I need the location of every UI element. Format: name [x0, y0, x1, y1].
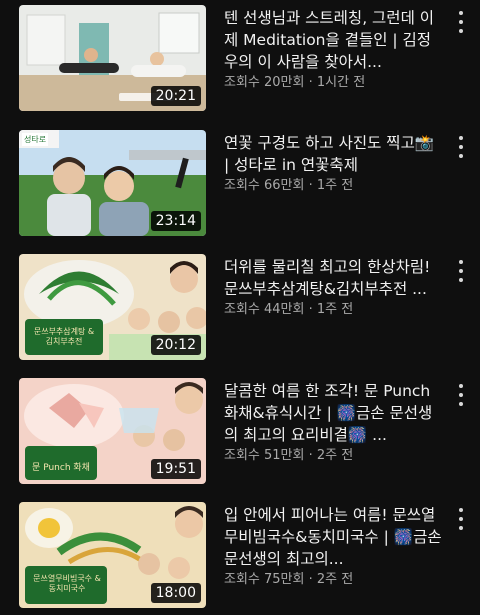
thumbnail-caption: 성타로 [22, 133, 49, 146]
video-title[interactable]: 입 안에서 피어나는 여름! 문쓰열무비빔국수&동치미국수 | 🎆금손 문선생의… [224, 504, 442, 570]
video-thumbnail[interactable]: 문쓰열무비빔국수 & 동치미국수 18:00 [19, 502, 206, 608]
thumbnail-caption: 문 Punch 화채 [32, 463, 90, 473]
video-info[interactable]: 달콤한 여름 한 조각! 문 Punch 화채&휴식시간 | 🎆금손 문선생의 … [224, 380, 442, 465]
more-options-icon[interactable] [452, 258, 470, 284]
video-item[interactable]: 문쓰열무비빔국수 & 동치미국수 18:00 입 안에서 피어나는 여름! 문쓰… [0, 502, 480, 608]
video-duration: 20:12 [150, 335, 201, 355]
video-meta: 조회수 51만회 · 2주 전 [224, 448, 354, 463]
video-meta: 조회수 44만회 · 1주 전 [224, 302, 354, 317]
video-list: 20:21 텐 선생님과 스트레칭, 그런데 이제 Meditation을 곁들… [0, 0, 480, 615]
video-item[interactable]: 20:21 텐 선생님과 스트레칭, 그런데 이제 Meditation을 곁들… [0, 5, 480, 111]
more-options-icon[interactable] [452, 134, 470, 160]
video-item[interactable]: 문 Punch 화채 19:51 달콤한 여름 한 조각! 문 Punch 화채… [0, 378, 480, 484]
video-thumbnail[interactable]: 문 Punch 화채 19:51 [19, 378, 206, 484]
video-duration: 20:21 [150, 86, 201, 106]
video-title[interactable]: 연꽃 구경도 하고 사진도 찍고📸 | 성타로 in 연꽃축제 [224, 132, 442, 176]
video-info[interactable]: 입 안에서 피어나는 여름! 문쓰열무비빔국수&동치미국수 | 🎆금손 문선생의… [224, 504, 442, 589]
more-options-icon[interactable] [452, 9, 470, 35]
video-item[interactable]: 문쓰부추삼계탕 & 김치부추전 20:12 더위를 물리칠 최고의 한상차림! … [0, 254, 480, 360]
more-options-icon[interactable] [452, 382, 470, 408]
video-meta: 조회수 75만회 · 2주 전 [224, 572, 354, 587]
video-duration: 23:14 [150, 211, 201, 231]
video-thumbnail[interactable]: 20:21 [19, 5, 206, 111]
video-info[interactable]: 텐 선생님과 스트레칭, 그런데 이제 Meditation을 곁들인 | 김정… [224, 7, 442, 92]
video-duration: 18:00 [150, 583, 201, 603]
video-info[interactable]: 더위를 물리칠 최고의 한상차림! 문쓰부추삼계탕&김치부추전 ... 조회수 … [224, 256, 442, 319]
video-title[interactable]: 달콤한 여름 한 조각! 문 Punch 화채&휴식시간 | 🎆금손 문선생의 … [224, 380, 442, 446]
thumbnail-caption: 문쓰열무비빔국수 & 동치미국수 [33, 574, 101, 593]
video-meta: 조회수 20만회 · 1시간 전 [224, 75, 366, 90]
more-options-icon[interactable] [452, 506, 470, 532]
video-meta: 조회수 66만회 · 1주 전 [224, 178, 354, 193]
video-thumbnail[interactable]: 성타로 23:14 [19, 130, 206, 236]
video-item[interactable]: 성타로 23:14 연꽃 구경도 하고 사진도 찍고📸 | 성타로 in 연꽃축… [0, 130, 480, 236]
video-thumbnail[interactable]: 문쓰부추삼계탕 & 김치부추전 20:12 [19, 254, 206, 360]
video-title[interactable]: 더위를 물리칠 최고의 한상차림! 문쓰부추삼계탕&김치부추전 ... [224, 256, 442, 300]
video-duration: 19:51 [150, 459, 201, 479]
video-info[interactable]: 연꽃 구경도 하고 사진도 찍고📸 | 성타로 in 연꽃축제 조회수 66만회… [224, 132, 442, 195]
video-title[interactable]: 텐 선생님과 스트레칭, 그런데 이제 Meditation을 곁들인 | 김정… [224, 7, 442, 73]
thumbnail-caption: 문쓰부추삼계탕 & 김치부추전 [33, 327, 95, 346]
